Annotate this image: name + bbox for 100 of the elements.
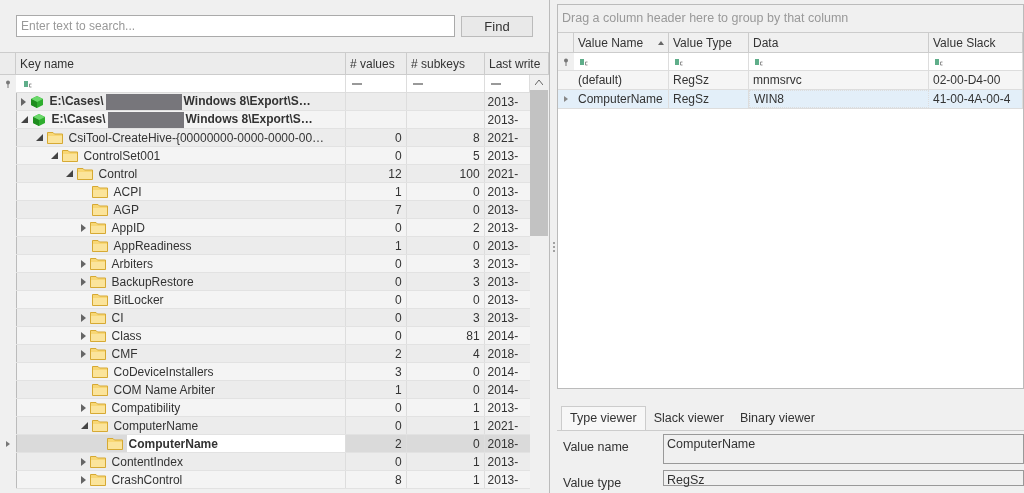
tree-row[interactable]: CoDeviceInstallers 3 0 2014-	[15, 363, 530, 381]
find-button[interactable]: Find	[461, 15, 533, 37]
scroll-up-icon[interactable]	[535, 80, 544, 85]
table-cell-text: 1	[472, 399, 480, 417]
tree-row[interactable]: COM Name Arbiter 1 0 2014-	[15, 381, 530, 399]
tree-row[interactable]: ACPI 1 0 2013-	[15, 183, 530, 201]
key-name[interactable]: AppID	[109, 219, 345, 236]
table-cell: WIN8	[754, 91, 784, 107]
key-name[interactable]: CoDeviceInstallers	[111, 363, 345, 380]
column-header[interactable]: Key name	[16, 53, 346, 74]
search-field[interactable]: Enter text to search...	[16, 15, 455, 37]
key-name[interactable]: CMF	[109, 345, 345, 362]
collapse-arrow-icon[interactable]	[50, 152, 58, 159]
key-name[interactable]: BackupRestore	[109, 273, 345, 290]
tree-row[interactable]: ControlSet001 0 5 2013-	[15, 147, 530, 165]
collapse-arrow-icon[interactable]	[20, 116, 28, 123]
key-name[interactable]: E:\Cases\ Windows 8\Export\S…	[47, 93, 345, 110]
table-cell-text: 3	[394, 363, 402, 381]
table-cell-text: 0	[394, 291, 402, 309]
expand-arrow-icon[interactable]	[80, 313, 86, 322]
viewer-tab[interactable]: Slack viewer	[645, 406, 732, 431]
table-cell: 2013-	[487, 111, 519, 128]
key-name[interactable]: ComputerName	[126, 435, 345, 452]
expand-arrow-icon[interactable]	[20, 97, 26, 106]
key-name[interactable]: E:\Cases\ Windows 8\Export\S…	[49, 111, 345, 128]
collapse-arrow-icon[interactable]	[35, 134, 43, 141]
splitter-grip-icon[interactable]	[552, 241, 555, 252]
collapse-arrow-icon[interactable]	[80, 422, 88, 429]
tree-row[interactable]: ComputerName 2 0 2018-	[15, 435, 530, 453]
tree-row[interactable]: ComputerName 0 1 2021-	[15, 417, 530, 435]
key-name[interactable]: ComputerName	[111, 417, 345, 434]
key-name[interactable]: Class	[109, 327, 345, 344]
viewer-tab[interactable]: Type viewer	[561, 406, 646, 431]
table-cell: 2014-	[487, 381, 519, 398]
table-cell: 2014-	[487, 327, 519, 344]
tree-row[interactable]: CMF 2 4 2018-	[15, 345, 530, 363]
viewer-tab[interactable]: Binary viewer	[731, 406, 823, 431]
collapse-arrow-icon[interactable]	[65, 170, 73, 177]
expand-arrow-icon[interactable]	[80, 457, 86, 466]
key-name[interactable]: CrashControl	[109, 471, 345, 488]
table-cell-text: 41-00-4A-00-4	[933, 91, 1011, 108]
value-row[interactable]: (default) RegSz mnmsrvc 02-00-D4-00	[558, 71, 1023, 90]
expand-arrow-icon[interactable]	[80, 277, 86, 286]
tree-row[interactable]: E:\Cases\ Windows 8\Export\S… 2013-	[15, 93, 530, 111]
tree-row[interactable]: AGP 7 0 2013-	[15, 201, 530, 219]
column-header[interactable]: Value Type	[669, 33, 749, 52]
row-indicator-icon	[564, 96, 568, 102]
table-cell-text: 8	[472, 129, 480, 147]
expand-arrow-icon[interactable]	[80, 259, 86, 268]
tree-row[interactable]: AppID 0 2 2013-	[15, 219, 530, 237]
table-cell-text: 0	[394, 219, 402, 237]
expand-arrow-icon[interactable]	[80, 349, 86, 358]
field-value[interactable]: RegSz	[663, 470, 1024, 487]
table-cell-text: 0	[472, 381, 480, 399]
column-header[interactable]: Value Slack	[929, 33, 1023, 52]
tree-row[interactable]: AppReadiness 1 0 2013-	[15, 237, 530, 255]
key-name[interactable]: Arbiters	[109, 255, 345, 272]
tree-row[interactable]: BackupRestore 0 3 2013-	[15, 273, 530, 291]
tree-row[interactable]: Class 0 81 2014-	[15, 327, 530, 345]
table-cell-text: 0	[472, 363, 480, 381]
tree-row[interactable]: BitLocker 0 0 2013-	[15, 291, 530, 309]
table-cell-text: 0	[394, 399, 402, 417]
tree-row[interactable]: ContentIndex 0 1 2013-	[15, 453, 530, 471]
column-header[interactable]: Data	[749, 33, 929, 52]
field-value[interactable]: ComputerName	[663, 434, 1024, 465]
key-name[interactable]: CI	[109, 309, 345, 326]
column-header[interactable]: # subkeys	[407, 53, 485, 74]
column-header[interactable]: Value Name	[574, 33, 669, 52]
key-name[interactable]: BitLocker	[111, 291, 345, 308]
tree-row[interactable]: CI 0 3 2013-	[15, 309, 530, 327]
folder-icon	[89, 347, 106, 360]
expand-arrow-icon[interactable]	[80, 475, 86, 484]
key-name[interactable]: COM Name Arbiter	[111, 381, 345, 398]
expand-arrow-icon[interactable]	[80, 403, 86, 412]
tree-row[interactable]: CsiTool-CreateHive-{00000000-0000-0000-00… 0 8 2021-	[15, 129, 530, 147]
column-header[interactable]: # values	[346, 53, 407, 74]
tree-row[interactable]: Compatibility 0 1 2013-	[15, 399, 530, 417]
scrollbar-thumb[interactable]	[530, 90, 549, 236]
group-by-hint: Drag a column header here to group by that column	[562, 10, 849, 28]
expand-arrow-icon[interactable]	[80, 331, 86, 340]
table-cell-text: 3	[472, 273, 480, 291]
folder-icon	[46, 131, 63, 144]
tree-row[interactable]: E:\Cases\ Windows 8\Export\S… 2013-	[15, 111, 530, 129]
key-name[interactable]: AGP	[111, 201, 345, 218]
key-name[interactable]: Compatibility	[109, 399, 345, 416]
column-header[interactable]: Last write	[485, 53, 549, 74]
key-name[interactable]: ContentIndex	[109, 453, 345, 470]
expand-arrow-icon[interactable]	[80, 223, 86, 232]
tree-row[interactable]: CrashControl 8 1 2013-	[15, 471, 530, 489]
key-name[interactable]: CsiTool-CreateHive-{00000000-0000-0000-00…	[66, 129, 345, 146]
key-name[interactable]: ControlSet001	[81, 147, 345, 164]
tree-row[interactable]: Control 12 100 2021-	[15, 165, 530, 183]
table-cell: 2021-	[487, 129, 519, 146]
key-name[interactable]: ACPI	[111, 183, 345, 200]
value-row[interactable]: ComputerName RegSz WIN8 41-00-4A-00-4	[558, 90, 1023, 109]
tree-row[interactable]: Arbiters 0 3 2013-	[15, 255, 530, 273]
table-cell-text: RegSz	[673, 72, 710, 89]
cube-icon	[31, 112, 46, 127]
key-name[interactable]: AppReadiness	[111, 237, 345, 254]
key-name[interactable]: Control	[96, 165, 345, 182]
